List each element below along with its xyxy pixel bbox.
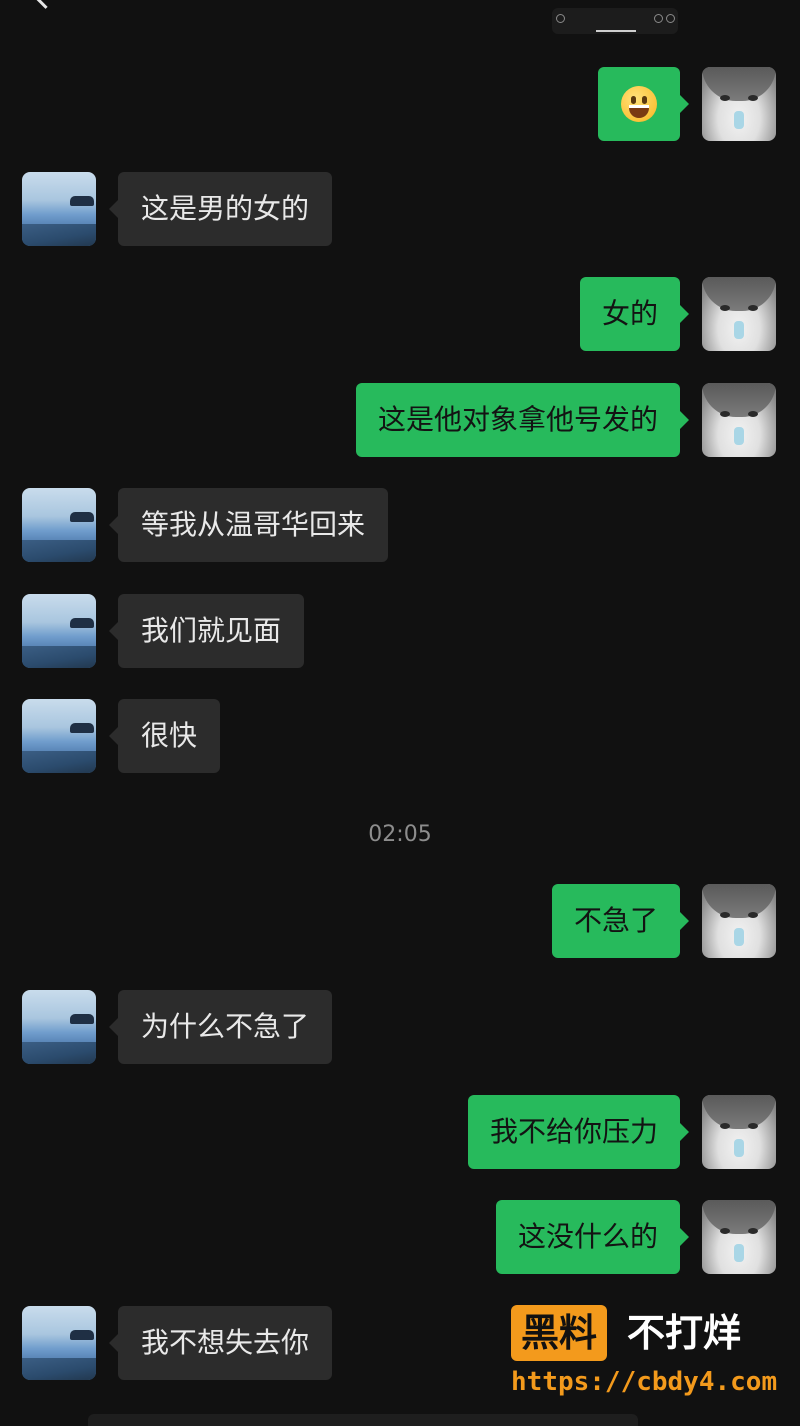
sensor-dot-icon	[654, 14, 663, 23]
message-bubble-incoming[interactable]: 为什么不急了	[108, 990, 333, 1064]
message-row: 不急了	[0, 884, 800, 958]
self-avatar[interactable]	[702, 277, 776, 351]
self-avatar[interactable]	[702, 884, 776, 958]
watermark-text: 不打烊	[627, 1311, 742, 1355]
message-row: 这是男的女的	[0, 172, 800, 246]
message-bubble-incoming[interactable]: 这是男的女的	[108, 172, 333, 246]
self-avatar[interactable]	[702, 1095, 776, 1169]
message-row	[0, 67, 800, 141]
home-indicator	[88, 1414, 638, 1426]
message-bubble-outgoing[interactable]: 我不给你压力	[467, 1095, 690, 1169]
chat-timestamp: 02:05	[368, 822, 432, 847]
contact-avatar[interactable]	[22, 488, 96, 562]
message-row: 女的	[0, 277, 800, 351]
message-bubble-incoming[interactable]: 等我从温哥华回来	[108, 488, 389, 562]
contact-avatar[interactable]	[22, 594, 96, 668]
message-row: 这没什么的	[0, 1200, 800, 1274]
message-bubble-incoming[interactable]: 我们就见面	[108, 594, 305, 668]
self-avatar[interactable]	[702, 67, 776, 141]
message-bubble-outgoing[interactable]	[598, 67, 689, 141]
message-row: 我们就见面	[0, 594, 800, 668]
status-bar	[0, 0, 800, 40]
contact-avatar[interactable]	[22, 990, 96, 1064]
message-bubble-outgoing[interactable]: 这没什么的	[495, 1200, 690, 1274]
message-row: 等我从温哥华回来	[0, 488, 800, 562]
message-row: 我不给你压力	[0, 1095, 800, 1169]
grinning-face-emoji-icon	[621, 86, 657, 122]
site-watermark: 黑料 不打烊 https://cbdy4.com	[511, 1303, 777, 1403]
pill-indicator	[596, 30, 636, 32]
message-bubble-incoming[interactable]: 我不想失去你	[108, 1306, 333, 1380]
message-bubble-outgoing[interactable]: 这是他对象拿他号发的	[355, 383, 690, 457]
self-avatar[interactable]	[702, 1200, 776, 1274]
watermark-url: https://cbdy4.com	[511, 1367, 778, 1397]
message-row: 为什么不急了	[0, 990, 800, 1064]
message-bubble-outgoing[interactable]: 女的	[579, 277, 690, 351]
back-arrow-icon[interactable]	[32, 0, 59, 9]
contact-avatar[interactable]	[22, 699, 96, 773]
sensor-dot-icon	[666, 14, 675, 23]
watermark-badge: 黑料	[511, 1305, 608, 1361]
sensor-dot-icon	[556, 14, 565, 23]
message-row: 这是他对象拿他号发的	[0, 383, 800, 457]
self-avatar[interactable]	[702, 383, 776, 457]
message-bubble-outgoing[interactable]: 不急了	[551, 884, 690, 958]
message-bubble-incoming[interactable]: 很快	[108, 699, 221, 773]
contact-avatar[interactable]	[22, 172, 96, 246]
message-row: 很快	[0, 699, 800, 773]
contact-avatar[interactable]	[22, 1306, 96, 1380]
camera-cutout	[552, 8, 678, 34]
